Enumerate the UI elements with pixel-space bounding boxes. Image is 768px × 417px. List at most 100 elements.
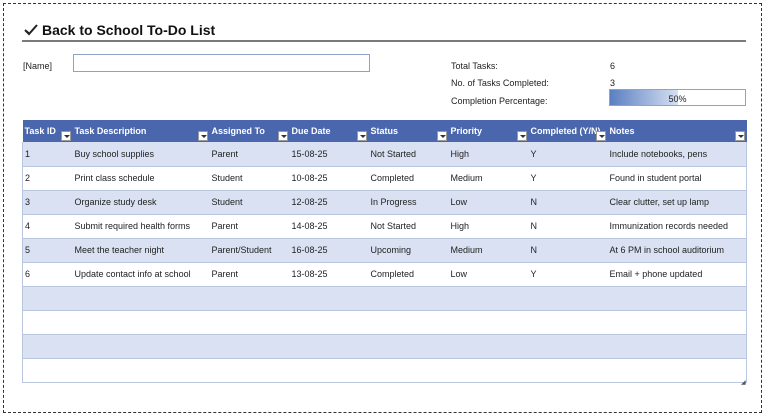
table-cell[interactable] xyxy=(528,334,608,359)
table-cell[interactable] xyxy=(72,310,210,335)
table-cell[interactable]: 1 xyxy=(22,142,73,167)
table-cell[interactable]: Meet the teacher night xyxy=(72,238,210,263)
table-cell[interactable]: 12-08-25 xyxy=(289,190,369,215)
table-cell[interactable]: 14-08-25 xyxy=(289,214,369,239)
table-cell[interactable] xyxy=(72,358,210,383)
table-cell[interactable]: Student xyxy=(209,166,290,191)
table-cell[interactable]: 15-08-25 xyxy=(289,142,369,167)
table-cell[interactable]: Low xyxy=(448,190,529,215)
table-cell[interactable] xyxy=(448,286,529,311)
table-cell[interactable]: 10-08-25 xyxy=(289,166,369,191)
column-header[interactable]: Completed (Y/N) xyxy=(528,120,608,142)
filter-dropdown-icon[interactable] xyxy=(197,131,208,141)
table-cell[interactable]: 13-08-25 xyxy=(289,262,369,287)
table-cell[interactable]: Print class schedule xyxy=(72,166,210,191)
column-header[interactable]: Task ID xyxy=(22,120,73,142)
table-cell[interactable]: Organize study desk xyxy=(72,190,210,215)
table-cell[interactable]: Include notebooks, pens xyxy=(607,142,747,167)
table-cell[interactable]: High xyxy=(448,214,529,239)
table-cell[interactable]: High xyxy=(448,142,529,167)
table-cell[interactable]: Not Started xyxy=(368,214,449,239)
table-cell[interactable] xyxy=(209,358,290,383)
table-cell[interactable]: 5 xyxy=(22,238,73,263)
table-cell[interactable]: At 6 PM in school auditorium xyxy=(607,238,747,263)
table-cell[interactable] xyxy=(289,334,369,359)
table-cell[interactable] xyxy=(209,334,290,359)
table-cell[interactable]: In Progress xyxy=(368,190,449,215)
table-cell[interactable]: Completed xyxy=(368,166,449,191)
table-cell[interactable]: Medium xyxy=(448,166,529,191)
table-cell[interactable] xyxy=(72,334,210,359)
table-cell[interactable] xyxy=(209,310,290,335)
table-cell[interactable] xyxy=(289,310,369,335)
table-cell[interactable] xyxy=(607,358,747,383)
column-header[interactable]: Assigned To xyxy=(209,120,290,142)
table-cell[interactable]: Low xyxy=(448,262,529,287)
table-cell[interactable]: Buy school supplies xyxy=(72,142,210,167)
table-cell[interactable] xyxy=(22,334,73,359)
table-cell[interactable] xyxy=(528,358,608,383)
table-cell[interactable]: Immunization records needed xyxy=(607,214,747,239)
table-cell[interactable] xyxy=(368,286,449,311)
table-cell[interactable]: 16-08-25 xyxy=(289,238,369,263)
table-cell[interactable]: N xyxy=(528,190,608,215)
column-header[interactable]: Status xyxy=(368,120,449,142)
table-cell[interactable] xyxy=(209,286,290,311)
column-header-label: Task ID xyxy=(24,126,56,136)
table-cell[interactable]: Found in student portal xyxy=(607,166,747,191)
table-cell[interactable]: Parent/Student xyxy=(209,238,290,263)
table-cell[interactable]: 6 xyxy=(22,262,73,287)
table-cell[interactable] xyxy=(448,334,529,359)
table-cell[interactable]: N xyxy=(528,214,608,239)
table-cell[interactable]: Medium xyxy=(448,238,529,263)
table-cell[interactable]: Parent xyxy=(209,142,290,167)
name-input[interactable] xyxy=(73,54,370,72)
table-cell[interactable]: Y xyxy=(528,166,608,191)
table-cell[interactable] xyxy=(22,286,73,311)
table-cell[interactable] xyxy=(448,358,529,383)
filter-dropdown-icon[interactable] xyxy=(436,131,447,141)
table-cell[interactable] xyxy=(289,286,369,311)
page-header: Back to School To-Do List xyxy=(24,20,215,40)
table-cell[interactable] xyxy=(368,334,449,359)
table-cell[interactable]: Student xyxy=(209,190,290,215)
table-cell[interactable] xyxy=(528,286,608,311)
table-cell[interactable]: Completed xyxy=(368,262,449,287)
filter-dropdown-icon[interactable] xyxy=(516,131,527,141)
table-cell[interactable]: Clear clutter, set up lamp xyxy=(607,190,747,215)
table-cell[interactable]: Upcoming xyxy=(368,238,449,263)
table-cell[interactable] xyxy=(368,358,449,383)
table-cell[interactable] xyxy=(72,286,210,311)
table-cell[interactable]: Parent xyxy=(209,214,290,239)
filter-dropdown-icon[interactable] xyxy=(60,131,71,141)
column-header[interactable]: Task Description xyxy=(72,120,210,142)
table-cell[interactable] xyxy=(368,310,449,335)
column-header[interactable]: Notes xyxy=(607,120,747,142)
table-cell[interactable]: Y xyxy=(528,262,608,287)
table-cell[interactable]: N xyxy=(528,238,608,263)
table-cell[interactable]: 4 xyxy=(22,214,73,239)
filter-dropdown-icon[interactable] xyxy=(277,131,288,141)
table-cell[interactable]: 2 xyxy=(22,166,73,191)
table-cell[interactable]: Email + phone updated xyxy=(607,262,747,287)
table-cell[interactable]: Update contact info at school xyxy=(72,262,210,287)
table-cell[interactable] xyxy=(448,310,529,335)
table-resize-handle[interactable]: ◢ xyxy=(741,379,746,386)
table-cell[interactable]: Not Started xyxy=(368,142,449,167)
column-header[interactable]: Priority xyxy=(448,120,529,142)
table-cell[interactable]: 3 xyxy=(22,190,73,215)
table-cell[interactable] xyxy=(22,310,73,335)
table-cell[interactable]: Y xyxy=(528,142,608,167)
table-cell[interactable]: Parent xyxy=(209,262,290,287)
table-cell[interactable] xyxy=(289,358,369,383)
table-cell[interactable] xyxy=(607,310,747,335)
column-header[interactable]: Due Date xyxy=(289,120,369,142)
table-cell[interactable] xyxy=(22,358,73,383)
filter-dropdown-icon[interactable] xyxy=(734,131,745,141)
table-cell[interactable] xyxy=(607,286,747,311)
table-cell[interactable] xyxy=(607,334,747,359)
filter-dropdown-icon[interactable] xyxy=(356,131,367,141)
table-cell[interactable]: Submit required health forms xyxy=(72,214,210,239)
table-cell[interactable] xyxy=(528,310,608,335)
filter-dropdown-icon[interactable] xyxy=(595,131,606,141)
